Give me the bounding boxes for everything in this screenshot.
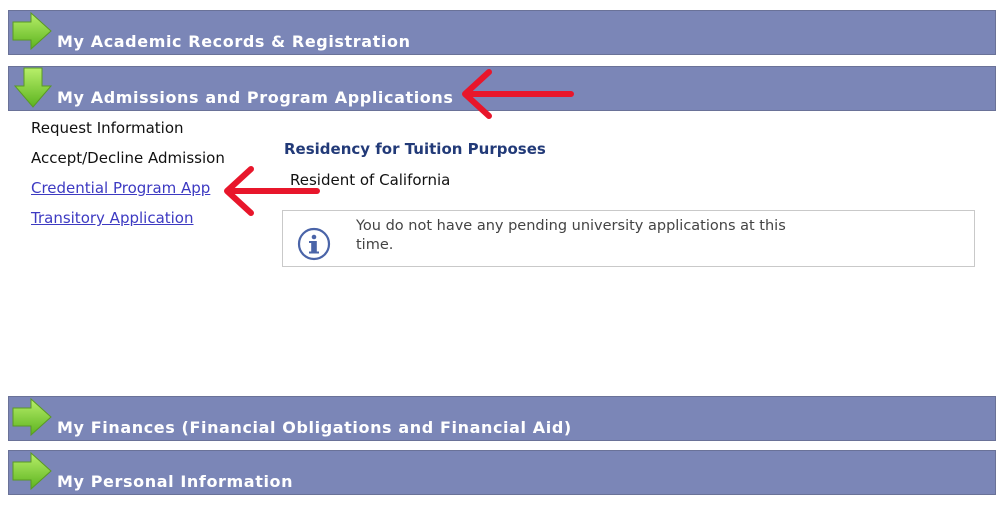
red-arrow-annotation-icon [224, 166, 320, 216]
section-title: My Admissions and Program Applications [57, 88, 454, 107]
residency-heading: Residency for Tuition Purposes [284, 140, 546, 158]
green-down-arrow-icon [11, 67, 53, 113]
info-icon [297, 227, 331, 265]
section-personal-information[interactable]: My Personal Information [8, 450, 996, 495]
info-message-text: You do not have any pending university a… [356, 218, 786, 253]
section-academic-records[interactable]: My Academic Records & Registration [8, 10, 996, 55]
section-title: My Finances (Financial Obligations and F… [57, 418, 572, 437]
menu-item-request-information[interactable]: Request Information [31, 119, 184, 137]
section-title: My Academic Records & Registration [57, 32, 411, 51]
section-finances[interactable]: My Finances (Financial Obligations and F… [8, 396, 996, 441]
transitory-application-link[interactable]: Transitory Application [31, 209, 194, 227]
menu-item-accept-decline-admission[interactable]: Accept/Decline Admission [31, 149, 225, 167]
credential-program-app-link[interactable]: Credential Program App [31, 179, 210, 197]
info-message-box: You do not have any pending university a… [282, 210, 975, 267]
section-title: My Personal Information [57, 472, 294, 491]
red-arrow-annotation-icon [462, 69, 574, 119]
green-right-arrow-icon [11, 397, 53, 441]
green-right-arrow-icon [11, 451, 53, 495]
green-right-arrow-icon [11, 11, 53, 55]
